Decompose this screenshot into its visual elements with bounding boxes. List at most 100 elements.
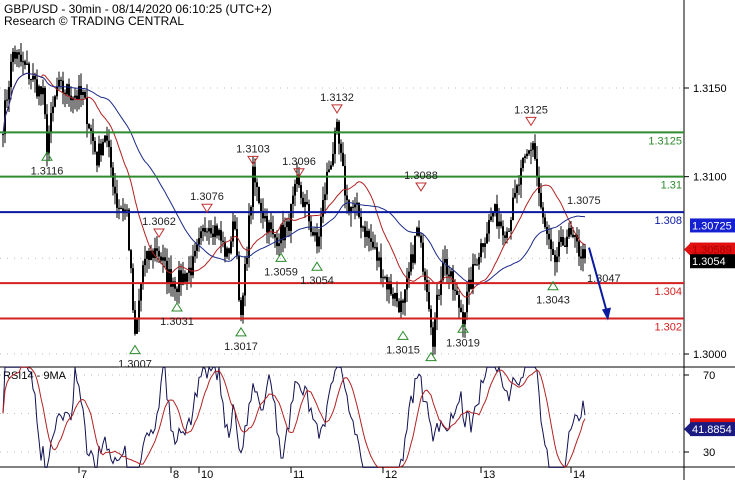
- candle-body: [458, 294, 460, 308]
- candle-body: [526, 153, 528, 157]
- candle-body: [486, 233, 488, 244]
- candle-body: [40, 86, 42, 95]
- candle-body: [344, 165, 346, 196]
- candle-body: [170, 269, 172, 287]
- candle-body: [554, 254, 556, 263]
- candle-body: [134, 310, 136, 334]
- candle-body: [212, 233, 214, 237]
- candle-body: [330, 165, 332, 170]
- candle-body: [482, 243, 484, 247]
- candle-body: [260, 202, 262, 211]
- candle-body: [36, 79, 38, 97]
- candle-body: [572, 234, 574, 237]
- candle-body: [138, 300, 140, 320]
- price-tick-label: 1.3100: [693, 172, 727, 184]
- candle-body: [372, 241, 374, 248]
- candle-body: [264, 216, 266, 219]
- candle-body: [334, 130, 336, 155]
- candle-body: [368, 230, 370, 239]
- candle-body: [28, 63, 30, 80]
- candle-body: [552, 249, 554, 255]
- candle-body: [144, 258, 146, 266]
- resistance-level-label: 1.3125: [648, 135, 682, 147]
- candle-body: [536, 158, 538, 177]
- candle-body: [366, 230, 368, 237]
- candle-body: [504, 235, 506, 238]
- candle-body: [312, 231, 314, 236]
- candle-body: [118, 207, 120, 209]
- candle-body: [220, 230, 222, 241]
- candle-body: [404, 289, 406, 303]
- candle-body: [288, 221, 290, 231]
- candle-body: [158, 250, 160, 257]
- candle-body: [126, 209, 128, 211]
- swing-low-label: 1.3031: [160, 316, 194, 328]
- candle-body: [492, 212, 494, 217]
- candle-body: [22, 61, 24, 63]
- candle-body: [192, 256, 194, 276]
- candle-body: [242, 295, 244, 316]
- candle-body: [268, 222, 270, 233]
- candle-body: [280, 224, 282, 244]
- candle-body: [550, 239, 552, 250]
- candle-body: [456, 290, 458, 295]
- candle-body: [240, 300, 242, 316]
- swing-high-label: 1.3132: [320, 92, 354, 104]
- candle-body: [208, 228, 210, 232]
- candle-body: [340, 143, 342, 153]
- candle-body: [362, 226, 364, 228]
- candle-body: [278, 243, 280, 247]
- candle-body: [544, 217, 546, 228]
- candle-body: [294, 183, 296, 196]
- ma-fast-value-tag-pointer-icon: [684, 242, 691, 257]
- candle-body: [254, 166, 256, 183]
- candle-body: [140, 284, 142, 301]
- candle-body: [510, 220, 512, 231]
- candle-body: [584, 249, 586, 259]
- swing-low-label: 1.3007: [118, 359, 152, 371]
- swing-low-marker-icon: [397, 330, 409, 340]
- candle-body: [156, 248, 158, 251]
- candle-body: [496, 204, 498, 227]
- candle-body: [518, 184, 520, 186]
- candle-body: [194, 250, 196, 257]
- candle-body: [184, 273, 186, 282]
- swing-low-label: 1.3015: [386, 344, 420, 356]
- candle-body: [336, 121, 338, 131]
- candle-body: [442, 262, 444, 281]
- candle-body: [400, 300, 402, 313]
- candle-body: [354, 204, 356, 208]
- candle-body: [300, 185, 302, 198]
- candle-body: [54, 96, 56, 107]
- candle-body: [568, 228, 570, 237]
- swing-low-label: 1.3054: [300, 275, 334, 287]
- candle-body: [376, 247, 378, 261]
- candle-body: [450, 271, 452, 277]
- candle-body: [82, 91, 84, 95]
- candle-body: [342, 152, 344, 166]
- swing-high-label: 1.3076: [190, 191, 224, 203]
- candle-body: [470, 279, 472, 289]
- candle-body: [364, 226, 366, 237]
- candle-body: [352, 206, 354, 208]
- swing-high-label: 1.3096: [282, 156, 316, 168]
- candle-body: [392, 294, 394, 299]
- candle-body: [30, 79, 32, 81]
- swing-high-marker-icon: [201, 203, 213, 214]
- swing-high-marker-icon: [525, 116, 537, 127]
- candle-body: [570, 228, 572, 235]
- rsi-tick-label: 30: [703, 447, 715, 459]
- candle-body: [46, 114, 48, 153]
- candle-body: [42, 87, 44, 95]
- candle-body: [66, 84, 68, 95]
- swing-low-marker-icon: [235, 326, 247, 337]
- candle-body: [446, 259, 448, 275]
- candle-body: [120, 207, 122, 209]
- price-chart[interactable]: 1.3150 1.3100 1.3000 1.3125 1.31 1.308 1.304 1.…: [0, 0, 735, 480]
- swing-low-marker-icon: [311, 261, 323, 271]
- candle-body: [374, 247, 376, 249]
- candle-body: [100, 143, 102, 156]
- candle-body: [234, 221, 236, 230]
- candle-body: [102, 141, 104, 156]
- swing-high-label: 1.3125: [514, 104, 548, 116]
